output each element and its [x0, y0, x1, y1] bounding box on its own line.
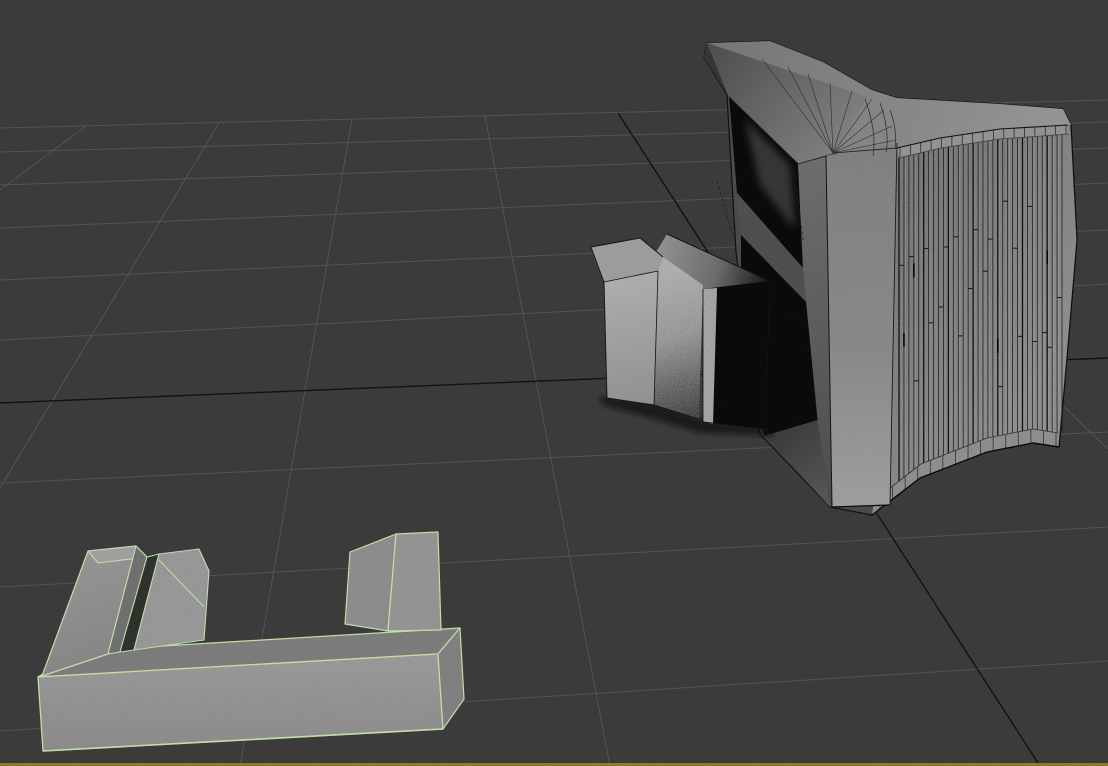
- viewport-overlay: [0, 0, 1108, 766]
- film-grain: [0, 0, 1108, 766]
- scene-canvas: [0, 0, 1108, 766]
- viewport-3d[interactable]: [0, 0, 1108, 766]
